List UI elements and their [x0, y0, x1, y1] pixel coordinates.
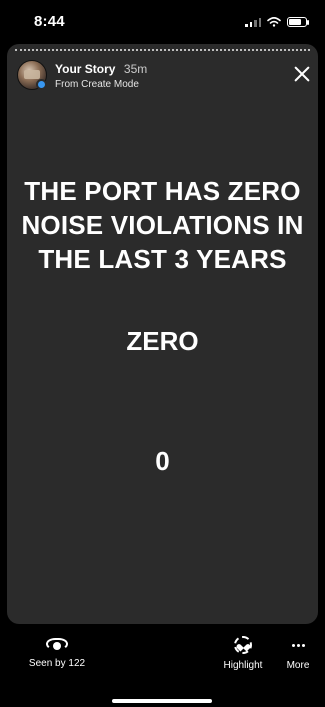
story-card: Your Story 35m From Create Mode THE PORT… — [7, 44, 318, 624]
highlight-button[interactable]: Highlight — [214, 636, 272, 671]
more-button[interactable]: More — [280, 636, 316, 671]
seen-by-label: Seen by 122 — [28, 658, 86, 669]
close-icon[interactable] — [292, 64, 312, 84]
status-time: 8:44 — [34, 13, 65, 30]
story-headline: THE PORT HAS ZERO NOISE VIOLATIONS IN TH… — [7, 174, 318, 276]
highlight-icon — [234, 636, 252, 654]
status-bar: 8:44 — [0, 0, 325, 44]
bottom-bar: Seen by 122 Highlight More — [0, 624, 325, 707]
headline-line-1: THE PORT HAS ZERO — [24, 176, 301, 206]
wifi-icon — [267, 17, 281, 27]
story-title[interactable]: Your Story — [55, 62, 115, 76]
battery-icon — [287, 17, 309, 27]
headline-line-3: THE LAST 3 YEARS — [38, 244, 287, 274]
story-age: 35m — [123, 62, 148, 76]
more-icon — [289, 636, 307, 654]
seen-by-button[interactable]: Seen by 122 — [22, 636, 92, 669]
add-story-badge-icon — [36, 79, 47, 90]
home-indicator — [112, 699, 212, 703]
zero-digit-text: 0 — [155, 446, 170, 476]
highlight-label: Highlight — [223, 660, 263, 671]
headline-line-2: NOISE VIOLATIONS IN — [21, 210, 304, 240]
story-meta: Your Story 35m From Create Mode — [55, 60, 147, 90]
story-progress-bar — [15, 49, 310, 53]
eye-icon — [45, 636, 69, 652]
zero-word-text: ZERO — [126, 326, 199, 356]
avatar-icon[interactable] — [17, 60, 47, 90]
story-subtitle: From Create Mode — [55, 79, 139, 90]
more-label: More — [286, 660, 310, 671]
signal-icon — [245, 17, 261, 27]
status-icons — [245, 17, 309, 27]
story-header: Your Story 35m From Create Mode — [17, 60, 312, 90]
